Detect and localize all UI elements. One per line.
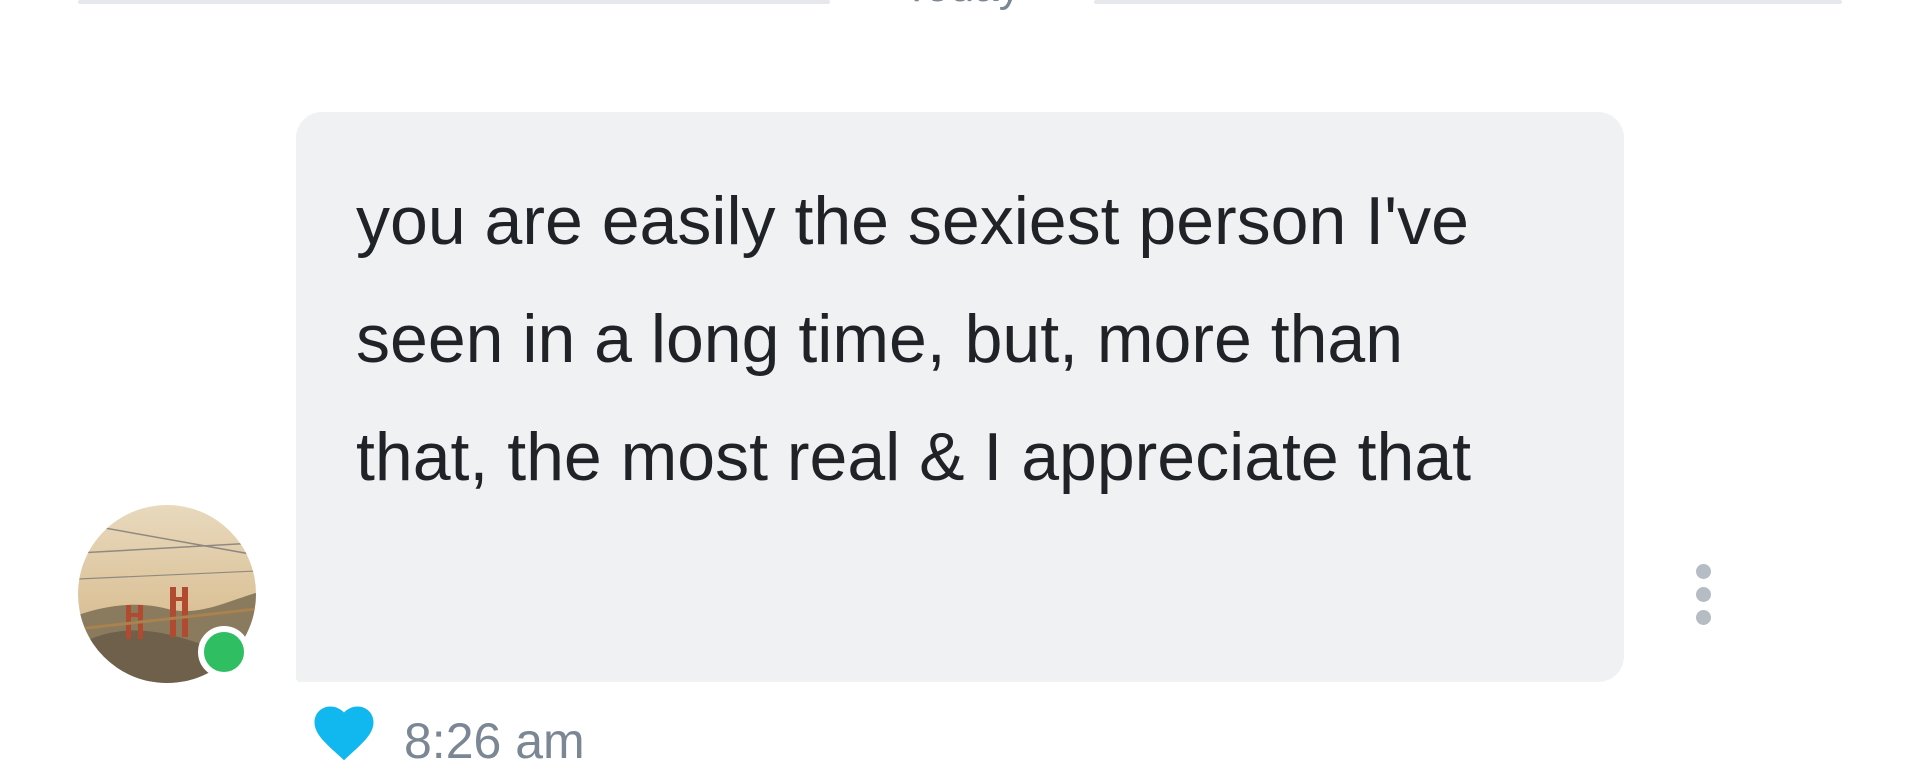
message-bubble[interactable]: you are easily the sexiest person I've s… [296,112,1624,682]
date-divider-left [78,0,830,4]
date-divider-right [1094,0,1842,4]
message-timestamp: 8:26 am [404,713,585,769]
message-text: you are easily the sexiest person I've s… [356,183,1472,495]
heart-icon[interactable] [314,706,374,762]
online-status-indicator [198,626,250,678]
date-separator-label: Today [830,0,1094,12]
chat-thread: Today you are [0,0,1920,773]
more-vertical-icon[interactable] [1690,564,1716,626]
